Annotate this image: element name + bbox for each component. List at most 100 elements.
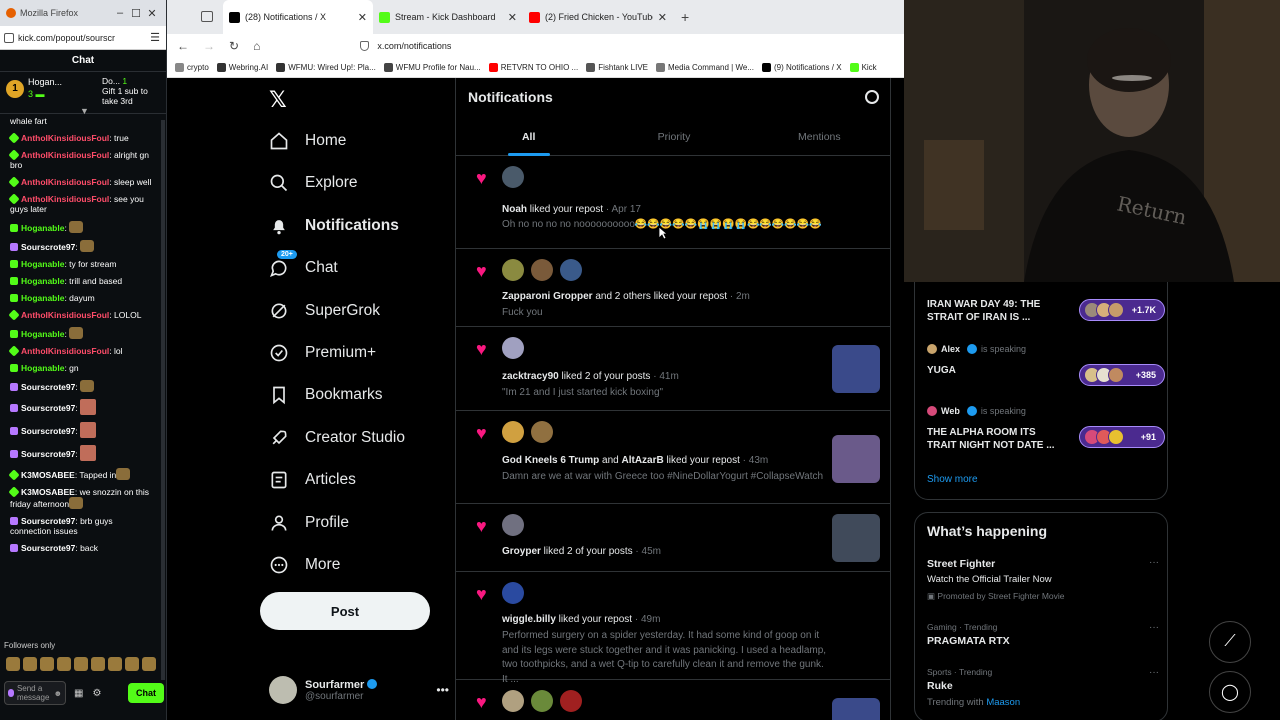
trend-name[interactable]: Street Fighter [927, 558, 995, 570]
bookmark-label[interactable]: WFMU Profile for Nau... [396, 63, 481, 72]
emote[interactable] [125, 657, 139, 671]
bookmark-label[interactable]: (9) Notifications / X [774, 63, 842, 72]
grok-button[interactable]: ⟋ [1209, 621, 1251, 663]
tab-title[interactable]: (2) Fried Chicken - YouTube [545, 12, 653, 22]
chat-username[interactable]: K3MOSABEE [21, 470, 75, 480]
home-browser-icon[interactable]: ⌂ [253, 39, 260, 53]
chat-username[interactable]: AnthoIKinsidiousFoul [21, 177, 109, 187]
post-preview[interactable]: Damn are we at war with Greece too #Nine… [502, 470, 832, 485]
chat-username[interactable]: Sourscrote97 [21, 449, 75, 459]
chat-username[interactable]: Sourscrote97 [21, 242, 75, 252]
message-input[interactable]: Send a message ☻ [4, 681, 66, 705]
emote[interactable] [23, 657, 37, 671]
settings-icon[interactable]: ⚙ [92, 688, 101, 699]
post-preview[interactable]: Performed surgery on a spider yesterday.… [502, 629, 832, 687]
chat-username[interactable]: Sourscrote97 [21, 426, 75, 436]
emote[interactable] [40, 657, 54, 671]
popup-url[interactable]: kick.com/popout/sourscr [18, 33, 148, 43]
chat-username[interactable]: Hoganable [21, 259, 64, 269]
post-thumbnail[interactable] [832, 345, 880, 393]
menu-icon[interactable]: ☰ [148, 31, 162, 44]
list-tabs-icon[interactable] [201, 11, 213, 22]
page-info-icon[interactable] [4, 32, 14, 43]
bookmark-item[interactable]: WFMU: Wired Up!: Pla... [276, 63, 376, 72]
chat-username[interactable]: Hoganable [21, 329, 64, 339]
maximize-icon[interactable]: ☐ [128, 7, 144, 20]
close-tab-icon[interactable]: ✕ [358, 11, 367, 24]
bookmark-label[interactable]: Fishtank LIVE [598, 63, 648, 72]
user-name[interactable]: Groyper [502, 546, 541, 557]
store-icon[interactable]: ▦ [74, 688, 83, 699]
notification-item[interactable]: ♥ [456, 680, 890, 720]
nav-item-premium-[interactable]: Premium+ [267, 338, 376, 368]
bookmark-item[interactable]: Webring.AI [216, 63, 268, 72]
emote[interactable] [142, 657, 156, 671]
space-listeners-pill[interactable]: +385 [1079, 364, 1165, 386]
notification-item[interactable]: ♥ zacktracy90 liked 2 of your posts · 41m… [456, 327, 890, 411]
emote-row[interactable] [6, 657, 156, 671]
chat-username[interactable]: Hoganable [21, 276, 64, 286]
bookmark-item[interactable]: Kick [849, 63, 877, 72]
show-more-link[interactable]: Show more [927, 474, 978, 485]
nav-item-articles[interactable]: Articles [267, 465, 356, 495]
chevron-down-icon[interactable]: ▼ [80, 106, 89, 116]
trend-name[interactable]: Ruke [927, 680, 953, 692]
notification-item[interactable]: ♥ Zapparoni Gropper and 2 others liked yo… [456, 249, 890, 327]
browser-tab[interactable]: (28) Notifications / X ✕ [223, 0, 373, 34]
chat-username[interactable]: Sourscrote97 [21, 543, 75, 553]
nav-item-notifications[interactable]: Notifications [267, 211, 399, 241]
bookmark-item[interactable]: Media Command | We... [656, 63, 754, 72]
forward-icon[interactable]: → [203, 39, 215, 53]
avatar[interactable] [502, 166, 524, 188]
more-options-icon[interactable]: ··· [1149, 622, 1159, 633]
tab-mentions[interactable]: Mentions [747, 120, 890, 155]
post-button[interactable]: Post [260, 592, 430, 630]
emote[interactable] [57, 657, 71, 671]
avatar[interactable] [502, 337, 524, 359]
avatar[interactable] [502, 514, 524, 536]
user-name[interactable]: God Kneels 6 Trump [502, 455, 599, 466]
avatar[interactable] [560, 690, 582, 712]
tab-title[interactable]: Stream - Kick Dashboard [395, 12, 503, 22]
emote[interactable] [6, 657, 20, 671]
post-thumbnail[interactable] [832, 514, 880, 562]
new-tab-button[interactable]: + [681, 9, 689, 25]
trend-name[interactable]: PRAGMATA RTX [927, 635, 1010, 647]
avatar[interactable] [531, 421, 553, 443]
chat-username[interactable]: Hoganable [21, 223, 64, 233]
bookmark-label[interactable]: Webring.AI [229, 63, 268, 72]
emoji-icon[interactable]: ☻ [54, 689, 62, 698]
chat-username[interactable]: Sourscrote97 [21, 516, 75, 526]
emote[interactable] [74, 657, 88, 671]
tab-title[interactable]: (28) Notifications / X [245, 12, 353, 22]
avatar[interactable] [531, 259, 553, 281]
notification-item[interactable]: ♥ Groyper liked 2 of your posts · 45m [456, 504, 890, 572]
address-url[interactable]: x.com/notifications [377, 41, 451, 51]
chat-username[interactable]: AnthoIKinsidiousFoul [21, 150, 109, 160]
avatar[interactable] [560, 259, 582, 281]
chat-username[interactable]: AnthoIKinsidiousFoul [21, 310, 109, 320]
chat-username[interactable]: K3MOSABEE [21, 487, 75, 497]
gift-leaderboard[interactable]: 1 Hogan... 3 ▬ Do... 1 Gift 1 sub to tak… [0, 72, 166, 116]
tab-all[interactable]: All [456, 120, 601, 156]
post-preview[interactable]: Fuck you [502, 306, 832, 321]
bookmark-label[interactable]: RETVRN TO OHIO ... [501, 63, 579, 72]
nav-item-supergrok[interactable]: SuperGrok [267, 296, 380, 326]
notification-item[interactable]: ♥ wiggle.billy liked your repost · 49m Per… [456, 572, 890, 685]
x-logo-icon[interactable]: 𝕏 [269, 88, 287, 113]
chat-username[interactable]: Sourscrote97 [21, 382, 75, 392]
emote[interactable] [91, 657, 105, 671]
send-chat-button[interactable]: Chat [128, 683, 164, 703]
chat-scrollbar[interactable] [161, 120, 165, 680]
reload-icon[interactable]: ↻ [229, 39, 239, 53]
space-title[interactable]: IRAN WAR DAY 49: THE STRAIT OF IRAN IS .… [927, 298, 1067, 324]
chat-username[interactable]: AnthoIKinsidiousFoul [21, 346, 109, 356]
messages-button[interactable]: ◯ [1209, 671, 1251, 713]
tab-priority[interactable]: Priority [601, 120, 746, 155]
bookmark-item[interactable]: crypto [175, 63, 209, 72]
nav-item-more[interactable]: More [267, 550, 340, 580]
space-title[interactable]: YUGA [927, 364, 1067, 377]
bookmark-item[interactable]: Fishtank LIVE [586, 63, 648, 72]
user-name[interactable]: wiggle.billy [502, 614, 556, 625]
back-icon[interactable]: ← [177, 39, 189, 53]
